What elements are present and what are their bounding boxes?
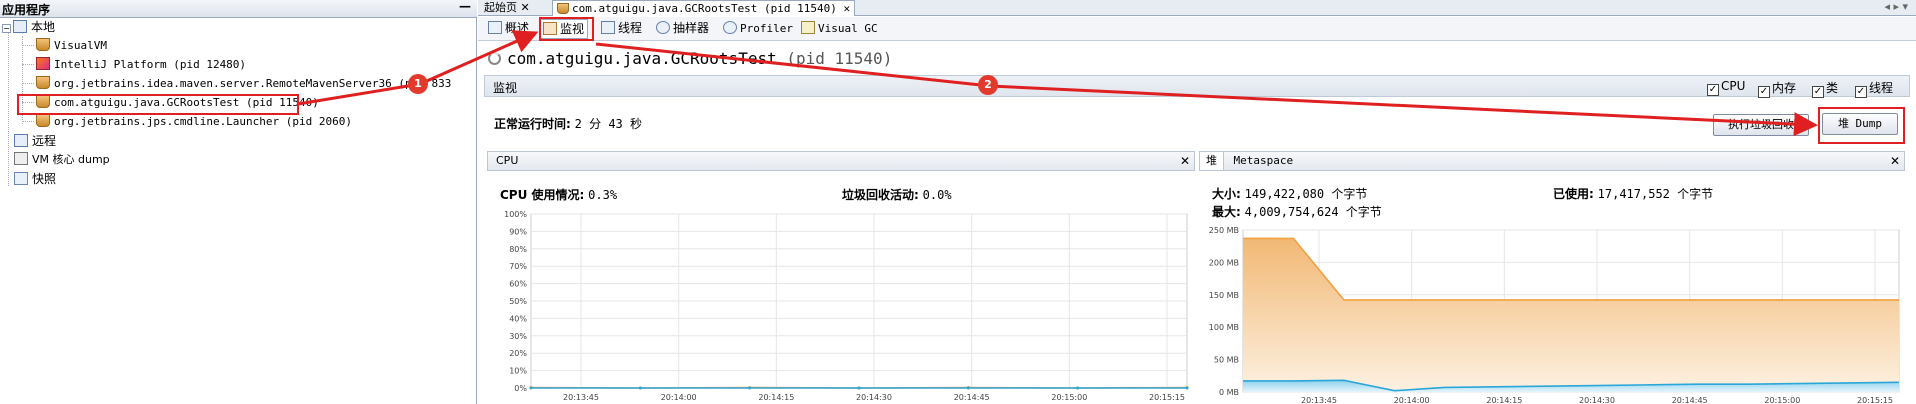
- annotation-arrows: [297, 30, 1818, 137]
- annotation-arrow-2: [595, 42, 1818, 137]
- annotation-badge-1: 1: [408, 74, 428, 94]
- annotation-badge-2: 2: [978, 75, 998, 95]
